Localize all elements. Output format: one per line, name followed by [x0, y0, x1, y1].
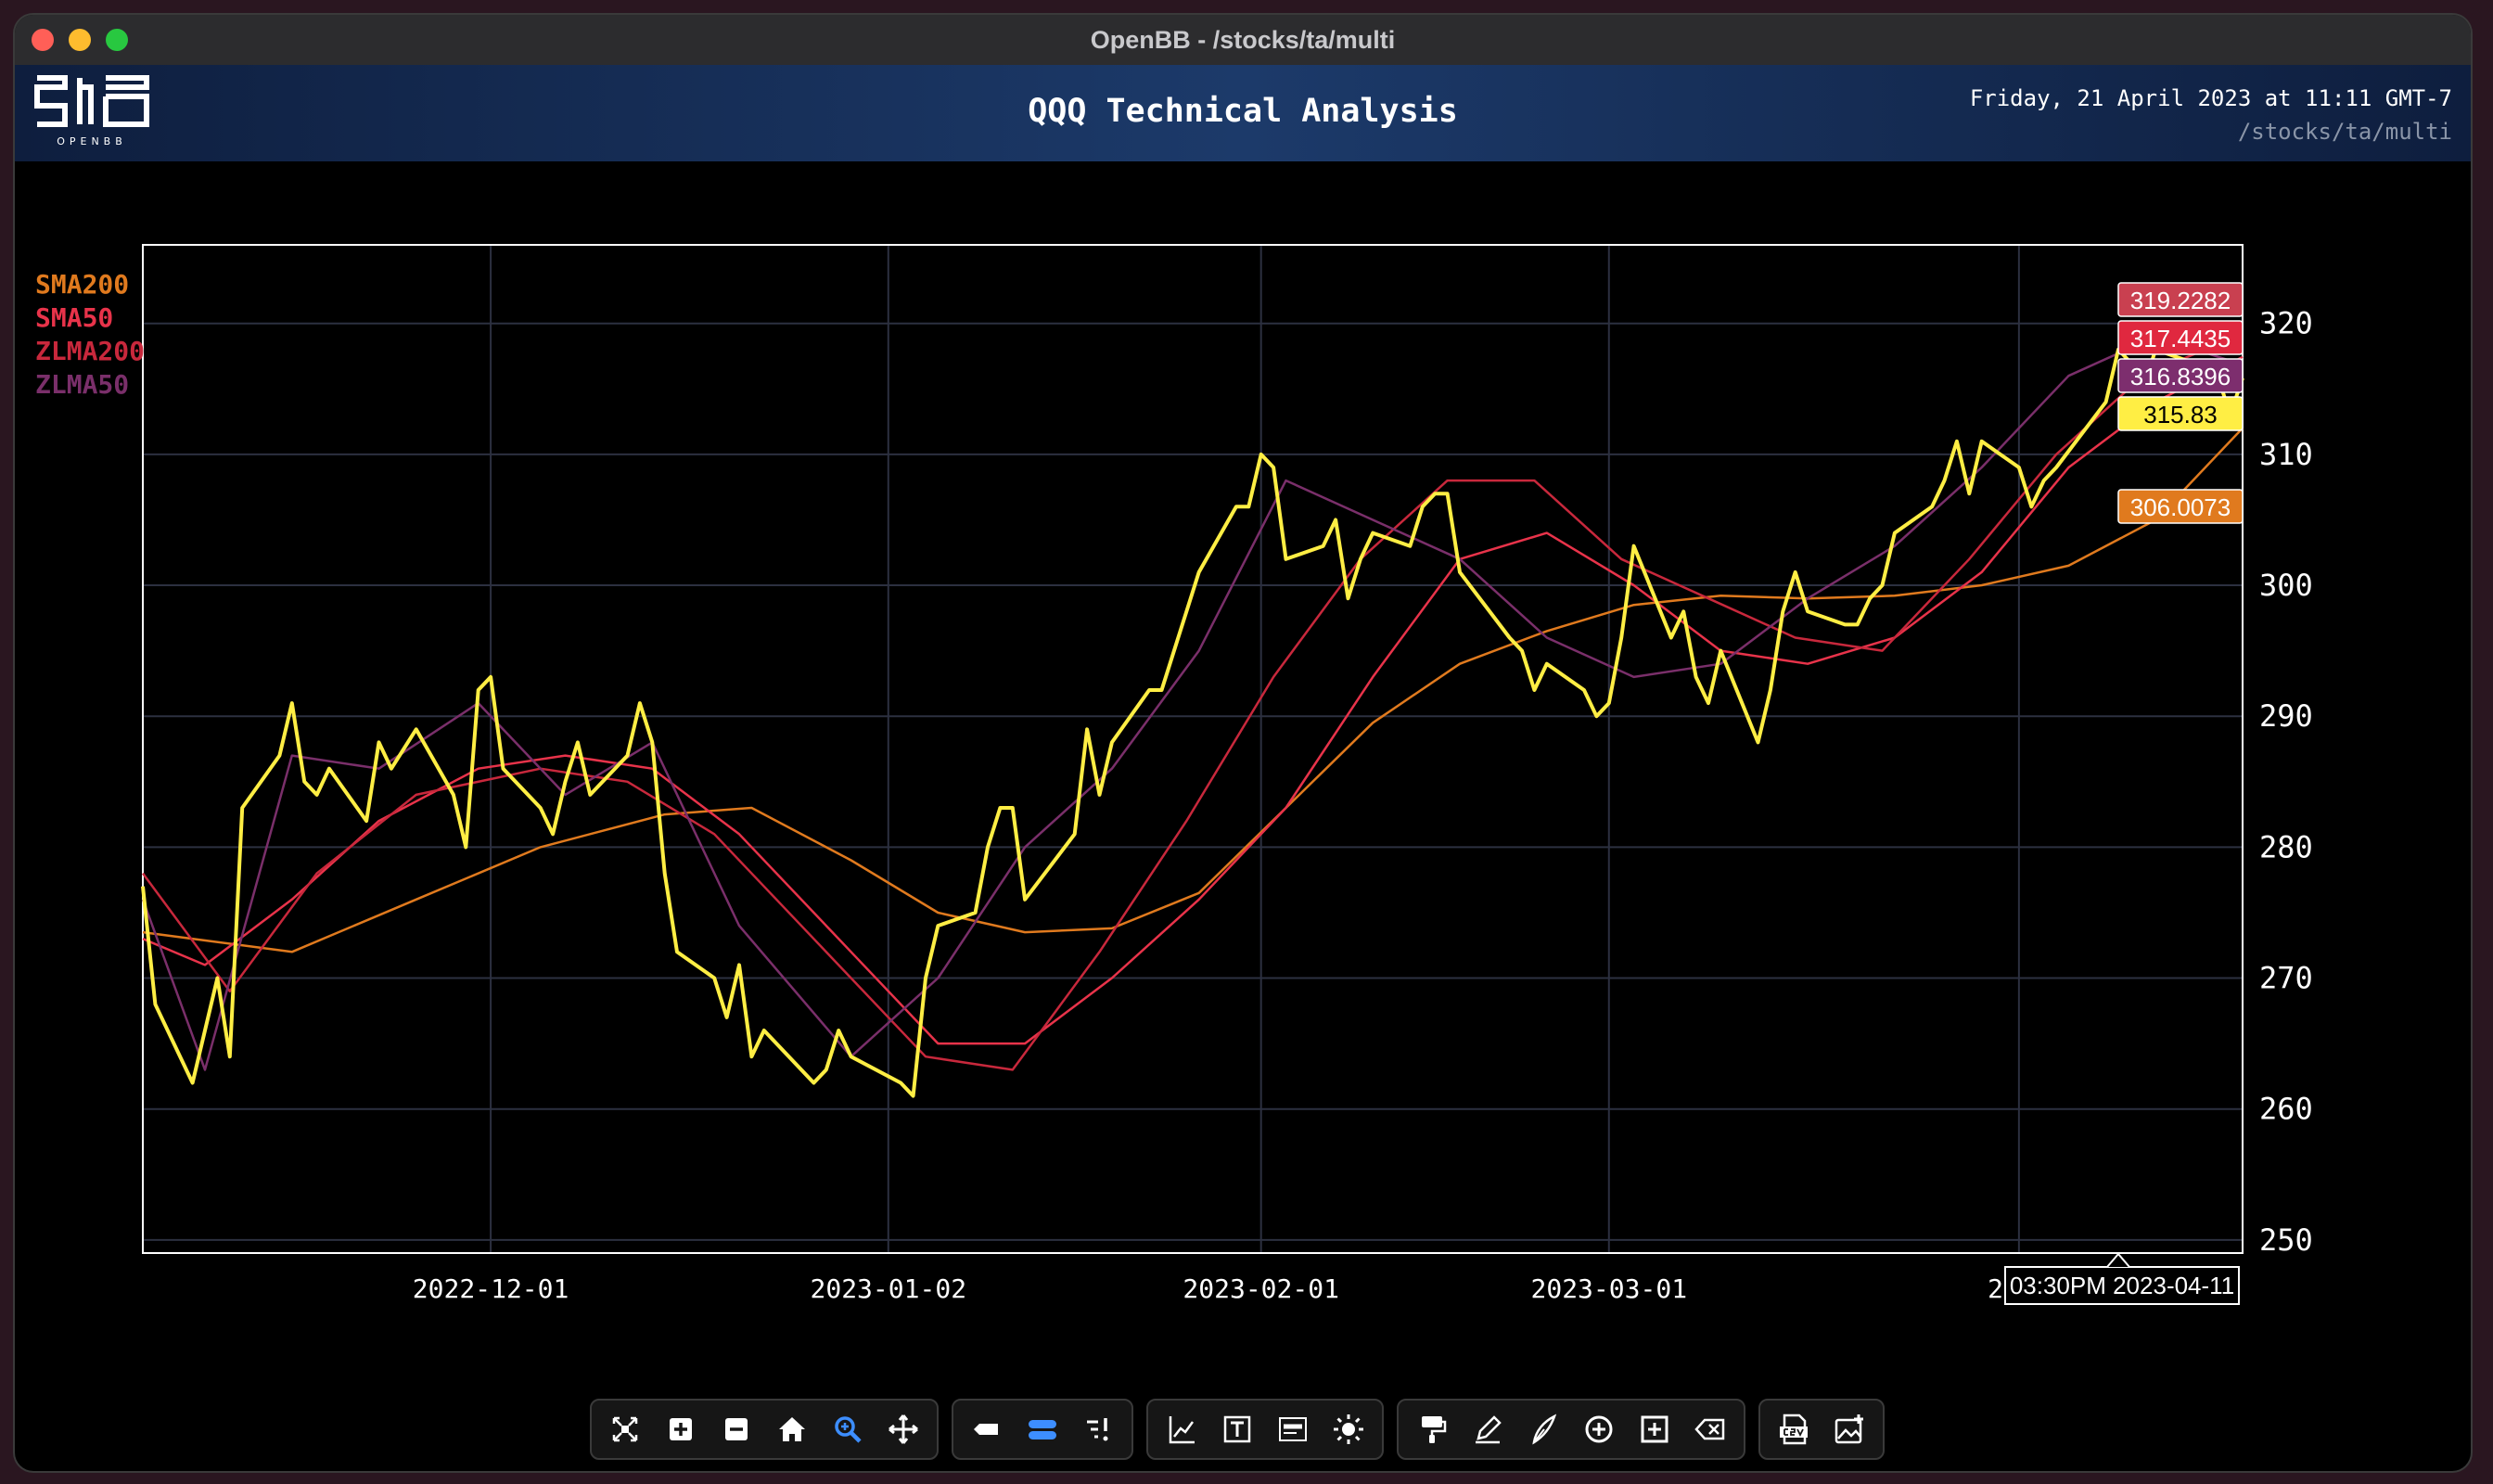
y-tick-label: 250: [2259, 1222, 2313, 1258]
series-line-sma50: [142, 355, 2244, 1045]
pencil-icon: [1476, 1415, 1502, 1444]
toolbar-group: [952, 1399, 1133, 1460]
erase-icon: [1694, 1418, 1725, 1440]
autoscale-button[interactable]: [599, 1403, 651, 1455]
series-line-sma200: [142, 427, 2244, 953]
add-circle-button[interactable]: [1573, 1403, 1625, 1455]
legend-item-zlma200: ZLMA200: [35, 336, 145, 366]
last-value-label: 317.4435: [2130, 325, 2231, 352]
modebar-toolbar: [590, 1399, 1885, 1460]
title-bar: OpenBB - /stocks/ta/multi: [15, 15, 2471, 67]
app-window: OpenBB - /stocks/ta/multi OPENBB QQQ Tec…: [15, 15, 2471, 1471]
toggle-spikes-button[interactable]: [1016, 1403, 1068, 1455]
csv-icon: [1780, 1414, 1808, 1445]
toolbar-group: [590, 1399, 939, 1460]
command-path: /stocks/ta/multi: [2237, 119, 2452, 145]
title-icon: [1279, 1417, 1307, 1441]
y-tick-label: 280: [2259, 829, 2313, 864]
x-tick-label: 2023-03-01: [1530, 1273, 1687, 1304]
paint-button[interactable]: [1406, 1403, 1458, 1455]
y-tick-label: 270: [2259, 961, 2313, 996]
save-image-icon: [1835, 1414, 1863, 1444]
zoom-icon: [835, 1416, 862, 1443]
logo-label: OPENBB: [57, 135, 127, 147]
y-tick-label: 320: [2259, 306, 2313, 341]
x-tick-label: 2022-12-01: [413, 1273, 569, 1304]
toggle-spikes-icon: [1029, 1420, 1056, 1439]
hover-icon: [1087, 1418, 1108, 1441]
y-tick-label: 260: [2259, 1092, 2313, 1127]
toolbar-group: [1146, 1399, 1384, 1460]
draw-rect-icon: [974, 1424, 998, 1435]
toolbar-group: [1397, 1399, 1745, 1460]
series-line-qqq: [141, 347, 2244, 1098]
x-tick-label: 2023-01-02: [810, 1273, 966, 1304]
home-button[interactable]: [766, 1403, 818, 1455]
y-tick-label: 300: [2259, 568, 2313, 603]
series-line-zlma200: [141, 332, 2244, 1071]
y-tick-label: 310: [2259, 437, 2313, 472]
text-icon: [1223, 1415, 1251, 1443]
zoom-in-icon: [670, 1418, 692, 1440]
zoom-out-icon: [725, 1418, 748, 1440]
add-square-icon: [1641, 1415, 1668, 1443]
last-value-label: 316.8396: [2130, 363, 2231, 390]
pencil-button[interactable]: [1462, 1403, 1514, 1455]
zoom-button[interactable]: [822, 1403, 874, 1455]
pen-button[interactable]: [1517, 1403, 1569, 1455]
home-icon: [779, 1417, 805, 1441]
toolbar-group: [1758, 1399, 1885, 1460]
chart-type-icon: [1169, 1416, 1195, 1444]
price-chart[interactable]: 250 260 270 280 290 300 310 320 2022-12-01 2023-0…: [15, 161, 2471, 1386]
csv-button[interactable]: [1768, 1403, 1820, 1455]
paint-icon: [1422, 1416, 1447, 1443]
pan-button[interactable]: [877, 1403, 929, 1455]
text-button[interactable]: [1211, 1403, 1263, 1455]
hover-date-label: 03:30PM 2023-04-11: [2010, 1272, 2234, 1299]
zoom-in-button[interactable]: [655, 1403, 707, 1455]
save-image-button[interactable]: [1823, 1403, 1875, 1455]
add-circle-icon: [1585, 1415, 1613, 1443]
title-button[interactable]: [1267, 1403, 1319, 1455]
y-tick-label: 290: [2259, 698, 2313, 734]
autoscale-icon: [612, 1416, 638, 1442]
last-value-label: 319.2282: [2130, 287, 2231, 314]
legend-item-zlma50: ZLMA50: [35, 369, 129, 400]
brightness-button[interactable]: [1323, 1403, 1374, 1455]
erase-button[interactable]: [1684, 1403, 1736, 1455]
window-title: OpenBB - /stocks/ta/multi: [1090, 26, 1396, 54]
legend-item-sma50: SMA50: [35, 302, 113, 333]
header-bar: OPENBB QQQ Technical Analysis Friday, 21…: [15, 65, 2471, 161]
draw-rect-button[interactable]: [961, 1403, 1013, 1455]
brightness-icon: [1334, 1414, 1363, 1444]
datetime-label: Friday, 21 April 2023 at 11:11 GMT-7: [1969, 85, 2452, 111]
last-value-label: 315.83: [2143, 401, 2218, 429]
pan-icon: [889, 1414, 918, 1444]
chart-type-button[interactable]: [1156, 1403, 1208, 1455]
hover-button[interactable]: [1072, 1403, 1124, 1455]
zoom-out-button[interactable]: [710, 1403, 762, 1455]
pen-icon: [1532, 1414, 1557, 1445]
series-line-zlma50: [141, 335, 2244, 1071]
last-value-label: 306.0073: [2130, 493, 2231, 521]
add-square-button[interactable]: [1629, 1403, 1681, 1455]
x-tick-label: 2023-02-01: [1183, 1273, 1339, 1304]
plot-frame: [142, 244, 2244, 1254]
legend-item-sma200: SMA200: [35, 269, 129, 300]
hover-date-pointer: [2106, 1252, 2130, 1268]
